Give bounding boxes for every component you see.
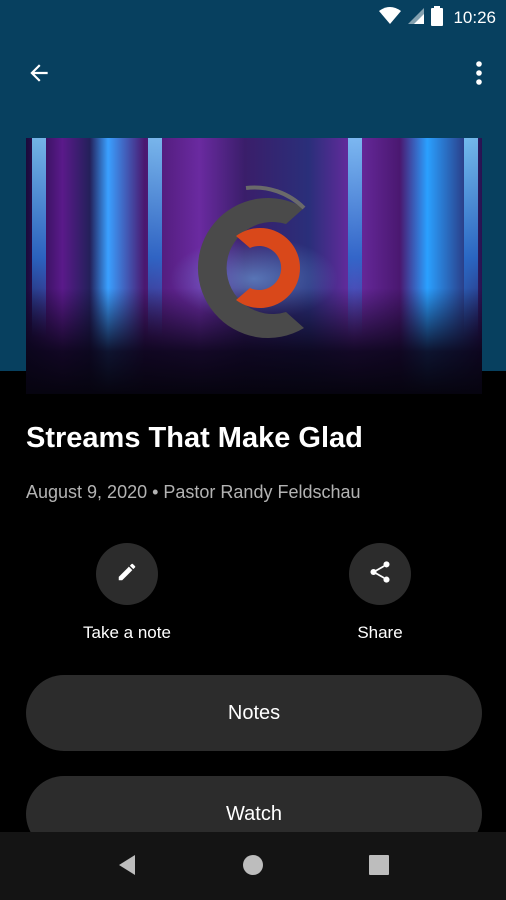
notes-button[interactable]: Notes <box>26 675 482 751</box>
wifi-icon <box>379 6 402 30</box>
toolbar <box>0 44 506 104</box>
pencil-icon <box>116 561 138 588</box>
signal-icon <box>407 7 425 30</box>
nav-home-icon <box>242 854 264 881</box>
more-options-button[interactable] <box>466 58 492 92</box>
sermon-subtitle: August 9, 2020 • Pastor Randy Feldschau <box>26 482 361 502</box>
nav-back-button[interactable] <box>112 852 142 882</box>
sermon-title: Streams That Make Glad <box>26 422 363 454</box>
take-note-action[interactable]: Take a note <box>47 543 207 653</box>
share-icon <box>367 559 393 590</box>
share-label: Share <box>357 623 403 642</box>
take-note-label: Take a note <box>83 623 171 642</box>
status-bar: 10:26 <box>0 0 506 36</box>
church-logo <box>197 185 306 338</box>
take-note-button[interactable] <box>96 543 158 605</box>
nav-home-button[interactable] <box>238 852 268 882</box>
share-button[interactable] <box>349 543 411 605</box>
sermon-artwork <box>26 138 482 394</box>
more-vert-icon <box>475 60 483 91</box>
back-button[interactable] <box>22 58 56 92</box>
nav-back-icon <box>117 854 137 881</box>
arrow-back-icon <box>26 60 52 91</box>
navigation-bar <box>0 832 506 900</box>
battery-icon <box>431 5 444 31</box>
status-time: 10:26 <box>453 8 496 27</box>
share-action[interactable]: Share <box>300 543 460 653</box>
nav-recents-button[interactable] <box>364 852 394 882</box>
nav-recents-icon <box>369 854 389 880</box>
